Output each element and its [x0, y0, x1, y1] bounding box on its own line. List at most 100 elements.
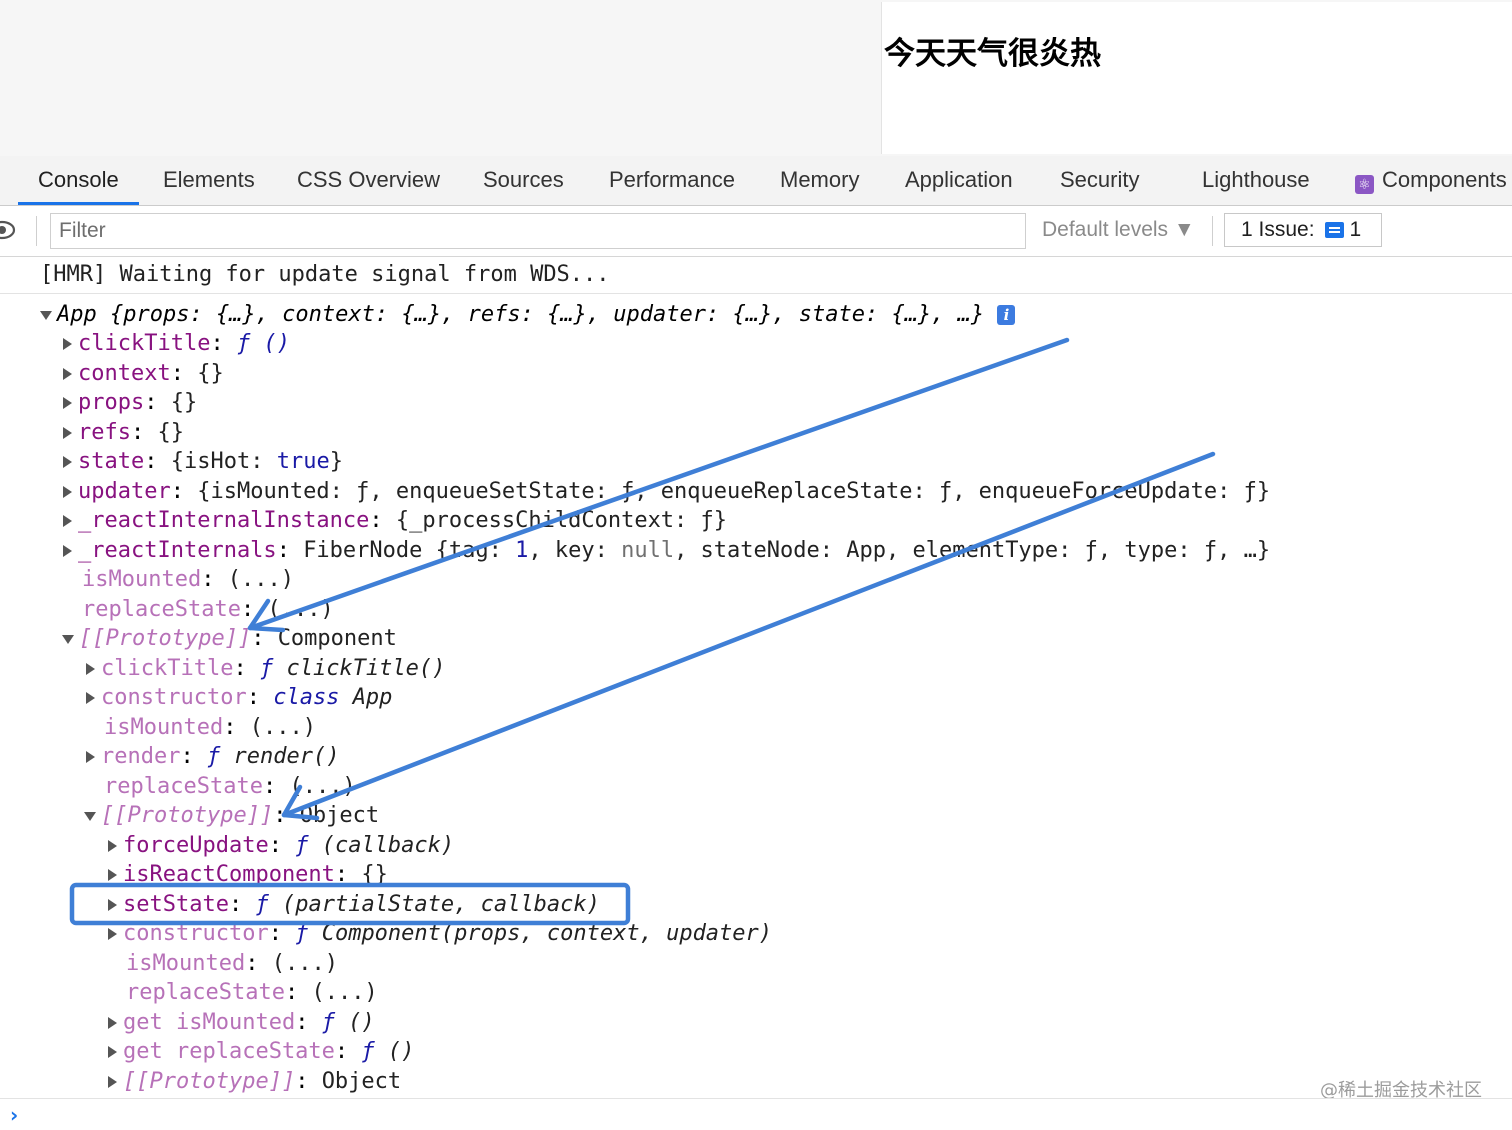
property-value: Object: [321, 1069, 402, 1094]
tree-row[interactable]: _reactInternals: FiberNode {tag: 1, key:…: [63, 536, 1270, 566]
tab-security[interactable]: Security: [1060, 156, 1139, 205]
property-key: clickTitle: [101, 656, 234, 681]
message-divider: [0, 293, 1512, 294]
tree-row[interactable]: refs: {}: [63, 418, 184, 448]
tree-row[interactable]: [[Prototype]]: Object: [108, 1067, 401, 1097]
tree-row[interactable]: render: ƒ render(): [86, 742, 339, 772]
property-value[interactable]: (...): [289, 774, 355, 799]
expand-right-icon[interactable]: [86, 663, 95, 675]
property-value[interactable]: (...): [272, 951, 338, 976]
property-key: clickTitle: [78, 331, 211, 356]
tab-console[interactable]: Console: [18, 156, 139, 205]
expand-down-icon[interactable]: [62, 634, 74, 644]
filter-input[interactable]: [50, 213, 1026, 249]
null-value: null: [621, 538, 675, 563]
tree-row[interactable]: get isMounted: ƒ (): [108, 1008, 375, 1038]
expand-right-icon[interactable]: [86, 692, 95, 704]
property-key: refs: [78, 420, 131, 445]
tab-memory[interactable]: Memory: [780, 156, 859, 205]
issues-button[interactable]: 1 Issue: 1: [1224, 213, 1382, 247]
page-content: 今天天气很炎热: [881, 2, 1512, 154]
expand-right-icon[interactable]: [63, 545, 72, 557]
property-value: Object: [299, 803, 380, 828]
property-value: , stateNode: App, elementType: ƒ, type: …: [674, 538, 1271, 563]
expand-right-icon[interactable]: [63, 397, 72, 409]
property-key: replaceState: [82, 597, 241, 622]
tab-elements[interactable]: Elements: [163, 156, 255, 205]
property-value: }: [329, 449, 343, 474]
expand-right-icon[interactable]: [86, 751, 95, 763]
property-value: {isHot:: [170, 449, 277, 474]
tree-row[interactable]: constructor: ƒ Component(props, context,…: [108, 919, 772, 949]
expand-down-icon[interactable]: [40, 310, 52, 320]
expand-right-icon[interactable]: [108, 899, 117, 911]
function-marker: ƒ: [295, 833, 309, 858]
property-key: isReactComponent: [123, 862, 335, 887]
tree-row[interactable]: state: {isHot: true}: [63, 447, 343, 477]
property-key: updater: [78, 479, 171, 504]
property-key: isMounted: [82, 567, 202, 592]
tab-lighthouse[interactable]: Lighthouse: [1202, 156, 1310, 205]
class-keyword: class: [273, 685, 340, 710]
tree-row-setstate[interactable]: setState: ƒ (partialState, callback): [108, 890, 600, 920]
tree-row[interactable]: isMounted: (...): [104, 713, 316, 743]
tree-row[interactable]: isReactComponent: {}: [108, 860, 388, 890]
expand-right-icon[interactable]: [108, 928, 117, 940]
tab-css-overview[interactable]: CSS Overview: [297, 156, 440, 205]
expand-right-icon[interactable]: [63, 338, 72, 350]
tree-row[interactable]: context: {}: [63, 359, 224, 389]
number-value: 1: [515, 538, 529, 563]
property-value: FiberNode {tag:: [303, 538, 516, 563]
tab-components[interactable]: ⚛ Components: [1355, 156, 1507, 205]
tree-row[interactable]: forceUpdate: ƒ (callback): [108, 831, 454, 861]
tree-row[interactable]: replaceState: (...): [82, 595, 334, 625]
info-icon[interactable]: i: [997, 305, 1016, 325]
expand-right-icon[interactable]: [108, 840, 117, 852]
tab-performance[interactable]: Performance: [609, 156, 735, 205]
tree-row[interactable]: updater: {isMounted: ƒ, enqueueSetState:…: [63, 477, 1270, 507]
property-value: Component(props, context, updater): [321, 921, 773, 946]
property-value[interactable]: (...): [267, 597, 333, 622]
property-key: props: [78, 390, 145, 415]
property-value: {_processChildContext: ƒ}: [395, 508, 728, 533]
console-prompt-row[interactable]: ›: [0, 1098, 1512, 1130]
tree-row[interactable]: _reactInternalInstance: {_processChildCo…: [63, 506, 727, 536]
expand-right-icon[interactable]: [108, 869, 117, 881]
property-value: (): [387, 1039, 415, 1064]
property-value: ƒ (): [236, 331, 290, 356]
issue-message-icon: [1324, 222, 1344, 238]
property-key: isMounted: [104, 715, 224, 740]
tree-row[interactable]: clickTitle: ƒ (): [63, 329, 290, 359]
expand-right-icon[interactable]: [108, 1076, 117, 1088]
property-value: {}: [170, 390, 198, 415]
expand-right-icon[interactable]: [63, 368, 72, 380]
page-viewport: 今天天气很炎热: [0, 0, 1512, 157]
tree-row[interactable]: isMounted: (...): [126, 949, 338, 979]
tab-application[interactable]: Application: [905, 156, 1013, 205]
tree-row[interactable]: clickTitle: ƒ clickTitle(): [86, 654, 445, 684]
default-levels-dropdown[interactable]: Default levels ▼: [1042, 206, 1195, 254]
expand-right-icon[interactable]: [108, 1017, 117, 1029]
property-value[interactable]: (...): [250, 715, 316, 740]
expand-down-icon[interactable]: [84, 811, 96, 821]
tab-sources[interactable]: Sources: [483, 156, 564, 205]
tree-row[interactable]: [[Prototype]]: Component: [62, 624, 397, 654]
tree-row[interactable]: get replaceState: ƒ (): [108, 1037, 414, 1067]
tree-row[interactable]: replaceState: (...): [104, 772, 356, 802]
tree-row[interactable]: constructor: class App: [86, 683, 392, 713]
eye-icon[interactable]: [0, 220, 16, 240]
expand-right-icon[interactable]: [108, 1046, 117, 1058]
property-value[interactable]: (...): [311, 980, 377, 1005]
expand-right-icon[interactable]: [63, 427, 72, 439]
tree-row[interactable]: props: {}: [63, 388, 197, 418]
expand-right-icon[interactable]: [63, 515, 72, 527]
page-heading[interactable]: 今天天气很炎热: [884, 28, 1101, 73]
tree-row[interactable]: [[Prototype]]: Object: [84, 801, 379, 831]
tree-row[interactable]: replaceState: (...): [126, 978, 378, 1008]
object-summary-row[interactable]: App {props: {…}, context: {…}, refs: {…}…: [40, 300, 1016, 330]
expand-right-icon[interactable]: [63, 486, 72, 498]
expand-right-icon[interactable]: [63, 456, 72, 468]
tree-row[interactable]: isMounted: (...): [82, 565, 294, 595]
property-value[interactable]: (...): [228, 567, 294, 592]
property-key: _reactInternals: [78, 538, 277, 563]
